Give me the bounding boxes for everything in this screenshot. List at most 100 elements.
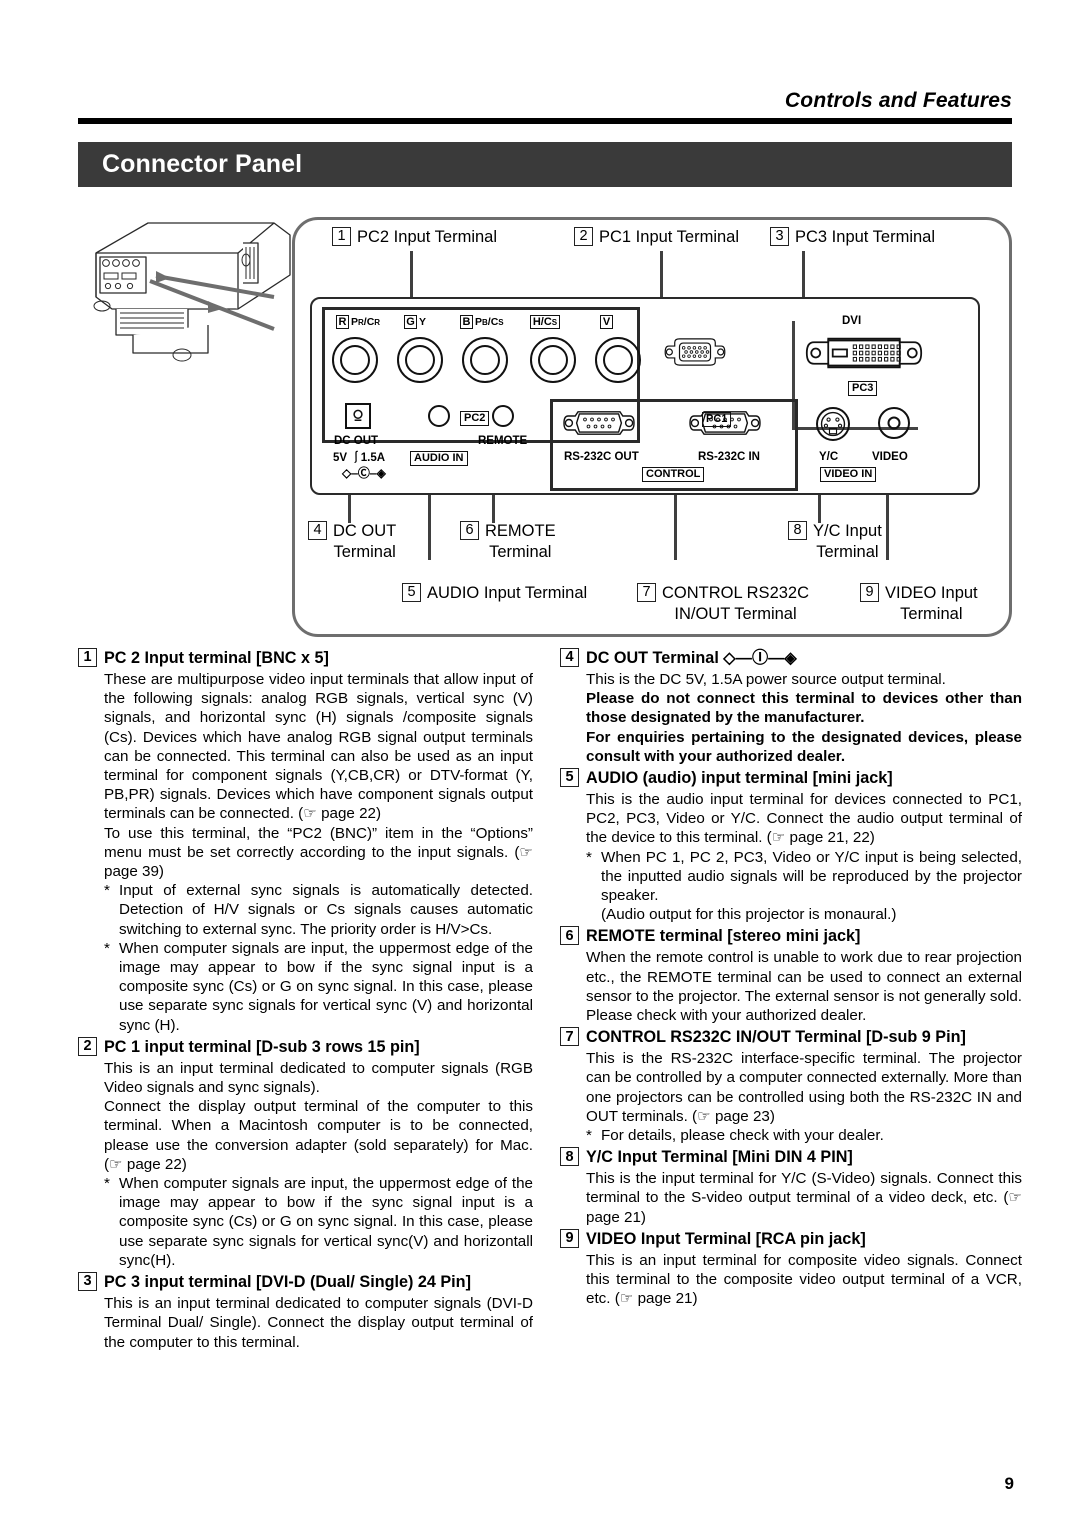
callout-label-line2: IN/OUT Terminal xyxy=(674,605,797,623)
page-header: Controls and Features xyxy=(78,88,1012,124)
item-paragraph: When the remote control is unable to wor… xyxy=(586,949,1022,1025)
projector-illustration xyxy=(93,222,291,362)
item-number-box: 9 xyxy=(560,1228,579,1248)
item-heading: 5 AUDIO (audio) input terminal [mini jack… xyxy=(560,768,1022,789)
tag-video-in: VIDEO IN xyxy=(820,467,877,482)
bnc-label-r: R PR/CR xyxy=(336,315,380,329)
item-bullet: * When PC 1, PC 2, PC3, Video or Y/C inpu… xyxy=(586,848,1022,906)
callout-label-line2: Terminal xyxy=(816,543,879,561)
item-heading-text: CONTROL RS232C IN/OUT Terminal [D-sub 9 … xyxy=(586,1028,966,1047)
bullet-text: When PC 1, PC 2, PC3, Video or Y/C input… xyxy=(601,848,1022,905)
right-text-column: 4 DC OUT Terminal ◇―Ⓘ―◈ This is the DC 5V,… xyxy=(560,648,1022,1310)
item-paragraph: This is an input terminal dedicated to c… xyxy=(104,1295,533,1351)
tag-pc3: PC3 xyxy=(848,381,878,396)
tag-control: CONTROL xyxy=(642,467,705,482)
item-heading: 4 DC OUT Terminal ◇―Ⓘ―◈ xyxy=(560,648,1022,669)
dc-out-label: DC OUT xyxy=(334,435,379,447)
item-number-box: 4 xyxy=(560,648,579,667)
item-heading-text: Y/C Input Terminal [Mini DIN 4 PIN] xyxy=(586,1148,853,1167)
item-heading: 7 CONTROL RS232C IN/OUT Terminal [D-sub 9… xyxy=(560,1027,1022,1048)
left-text-column: 1 PC 2 Input terminal [BNC x 5] These are … xyxy=(78,648,533,1354)
bnc-box-r: R xyxy=(336,315,349,329)
item-paragraph: For enquiries pertaining to the designat… xyxy=(586,728,1022,765)
numbered-item-2: 2 PC 1 input terminal [D-sub 3 rows 15 pi… xyxy=(78,1036,533,1270)
item-number-box: 3 xyxy=(78,1272,97,1292)
callout-label: VIDEO Input xyxy=(885,584,978,602)
callout-6: 6 REMOTE Terminal xyxy=(460,521,556,563)
bnc-jack-r xyxy=(332,337,378,383)
page-number: 9 xyxy=(1004,1474,1014,1493)
bnc-jack-b xyxy=(462,337,508,383)
bullet-text: When computer signals are input, the upp… xyxy=(119,1175,533,1269)
dc-out-jack xyxy=(345,403,371,429)
item-number-box: 5 xyxy=(560,768,579,788)
bullet-asterisk-icon: * xyxy=(104,882,110,900)
dc-out-rating-label: 5V ⎰1.5A xyxy=(333,452,386,464)
callout-2: 2 PC1 Input Terminal xyxy=(574,227,739,248)
numbered-item-4: 4 DC OUT Terminal ◇―Ⓘ―◈ This is the DC 5V,… xyxy=(560,648,1022,766)
item-paragraph: This is the audio input terminal for dev… xyxy=(586,791,1022,847)
item-paragraph: This is the input terminal for Y/C (S-Vi… xyxy=(586,1170,1022,1226)
callout-number: 8 xyxy=(788,521,807,540)
callout-number: 9 xyxy=(860,583,879,602)
item-number-box: 6 xyxy=(560,926,579,946)
header-rule xyxy=(78,118,1012,124)
item-heading: 6 REMOTE terminal [stereo mini jack] xyxy=(560,926,1022,947)
callout-number: 1 xyxy=(332,227,351,246)
connector-panel-diagram: 1 PC2 Input Terminal 2 PC1 Input Termina… xyxy=(70,205,1015,637)
item-heading-text: PC 1 input terminal [D-sub 3 rows 15 pin… xyxy=(104,1037,420,1056)
running-head-title: Controls and Features xyxy=(784,89,1012,112)
item-bullet: * When computer signals are input, the up… xyxy=(104,939,533,1035)
item-heading-text: VIDEO Input Terminal [RCA pin jack] xyxy=(586,1229,866,1248)
item-note: (Audio output for this projector is mona… xyxy=(601,906,897,924)
bnc-box-v: V xyxy=(600,315,613,329)
section-title-bar: Connector Panel xyxy=(78,142,1012,187)
item-bullet: * Input of external sync signals is autom… xyxy=(104,881,533,939)
callout-label: AUDIO Input Terminal xyxy=(427,584,588,602)
numbered-item-8: 8 Y/C Input Terminal [Mini DIN 4 PIN] This… xyxy=(560,1147,1022,1227)
leader-line-6 xyxy=(492,495,495,523)
yc-label: Y/C xyxy=(819,451,839,463)
rs232c-in-label: RS-232C IN xyxy=(698,451,760,463)
bullet-asterisk-icon: * xyxy=(104,1175,110,1193)
item-paragraph: This is an input terminal dedicated to c… xyxy=(104,1059,533,1097)
numbered-item-6: 6 REMOTE terminal [stereo mini jack] When … xyxy=(560,926,1022,1025)
rs232c-out-connector xyxy=(563,411,635,435)
callout-number: 5 xyxy=(402,583,421,602)
numbered-item-3: 3 PC 3 input terminal [DVI-D (Dual/ Singl… xyxy=(78,1272,533,1352)
callout-label: PC2 Input Terminal xyxy=(357,228,498,246)
item-heading: 3 PC 3 input terminal [DVI-D (Dual/ Singl… xyxy=(78,1272,533,1293)
item-paragraph: These are multipurpose video input termi… xyxy=(104,671,533,823)
item-number-box: 1 xyxy=(78,648,97,667)
bnc-label-v: V xyxy=(600,315,613,329)
item-heading: 2 PC 1 input terminal [D-sub 3 rows 15 pi… xyxy=(78,1036,533,1058)
tag-audio-in: AUDIO IN xyxy=(410,451,468,466)
item-heading-text: REMOTE terminal [stereo mini jack] xyxy=(586,927,861,946)
item-heading: 1 PC 2 Input terminal [BNC x 5] xyxy=(78,648,533,669)
bnc-sublabel-b: PB/CS xyxy=(475,316,504,328)
callout-8: 8 Y/C Input Terminal xyxy=(788,521,882,563)
callout-3: 3 PC3 Input Terminal xyxy=(770,227,935,248)
bnc-label-g: G Y xyxy=(404,315,426,329)
callout-9: 9 VIDEO Input Terminal xyxy=(860,583,978,625)
callout-label: PC3 Input Terminal xyxy=(795,228,936,246)
bnc-sublabel-r: PR/CR xyxy=(351,316,381,328)
bullet-asterisk-icon: * xyxy=(586,848,592,866)
section-title: Connector Panel xyxy=(102,150,303,178)
pc1-dsub15-connector xyxy=(664,338,726,366)
video-label: VIDEO xyxy=(872,451,908,463)
numbered-item-7: 7 CONTROL RS232C IN/OUT Terminal [D-sub 9… xyxy=(560,1027,1022,1145)
bnc-sublabel-g: Y xyxy=(419,316,427,328)
bnc-jack-hcs xyxy=(530,337,576,383)
dc-polarity-icon: ◇‒Ⓒ‒◈ xyxy=(342,466,386,480)
callout-5: 5 AUDIO Input Terminal xyxy=(402,583,587,604)
leader-line-8 xyxy=(818,495,821,523)
rs232c-out-label: RS-232C OUT xyxy=(564,451,639,463)
bnc-box-g: G xyxy=(404,315,417,329)
bullet-asterisk-icon: * xyxy=(586,1127,592,1145)
item-number-box: 2 xyxy=(78,1036,97,1056)
bnc-label-hcs: H/C S xyxy=(530,315,560,329)
connector-panel-drawing: R PR/CR G Y B PB/CS H/C S V PC2 PC1 DVI … xyxy=(310,297,980,495)
bullet-text: When computer signals are input, the upp… xyxy=(119,939,533,1034)
remote-label: REMOTE xyxy=(478,435,528,447)
